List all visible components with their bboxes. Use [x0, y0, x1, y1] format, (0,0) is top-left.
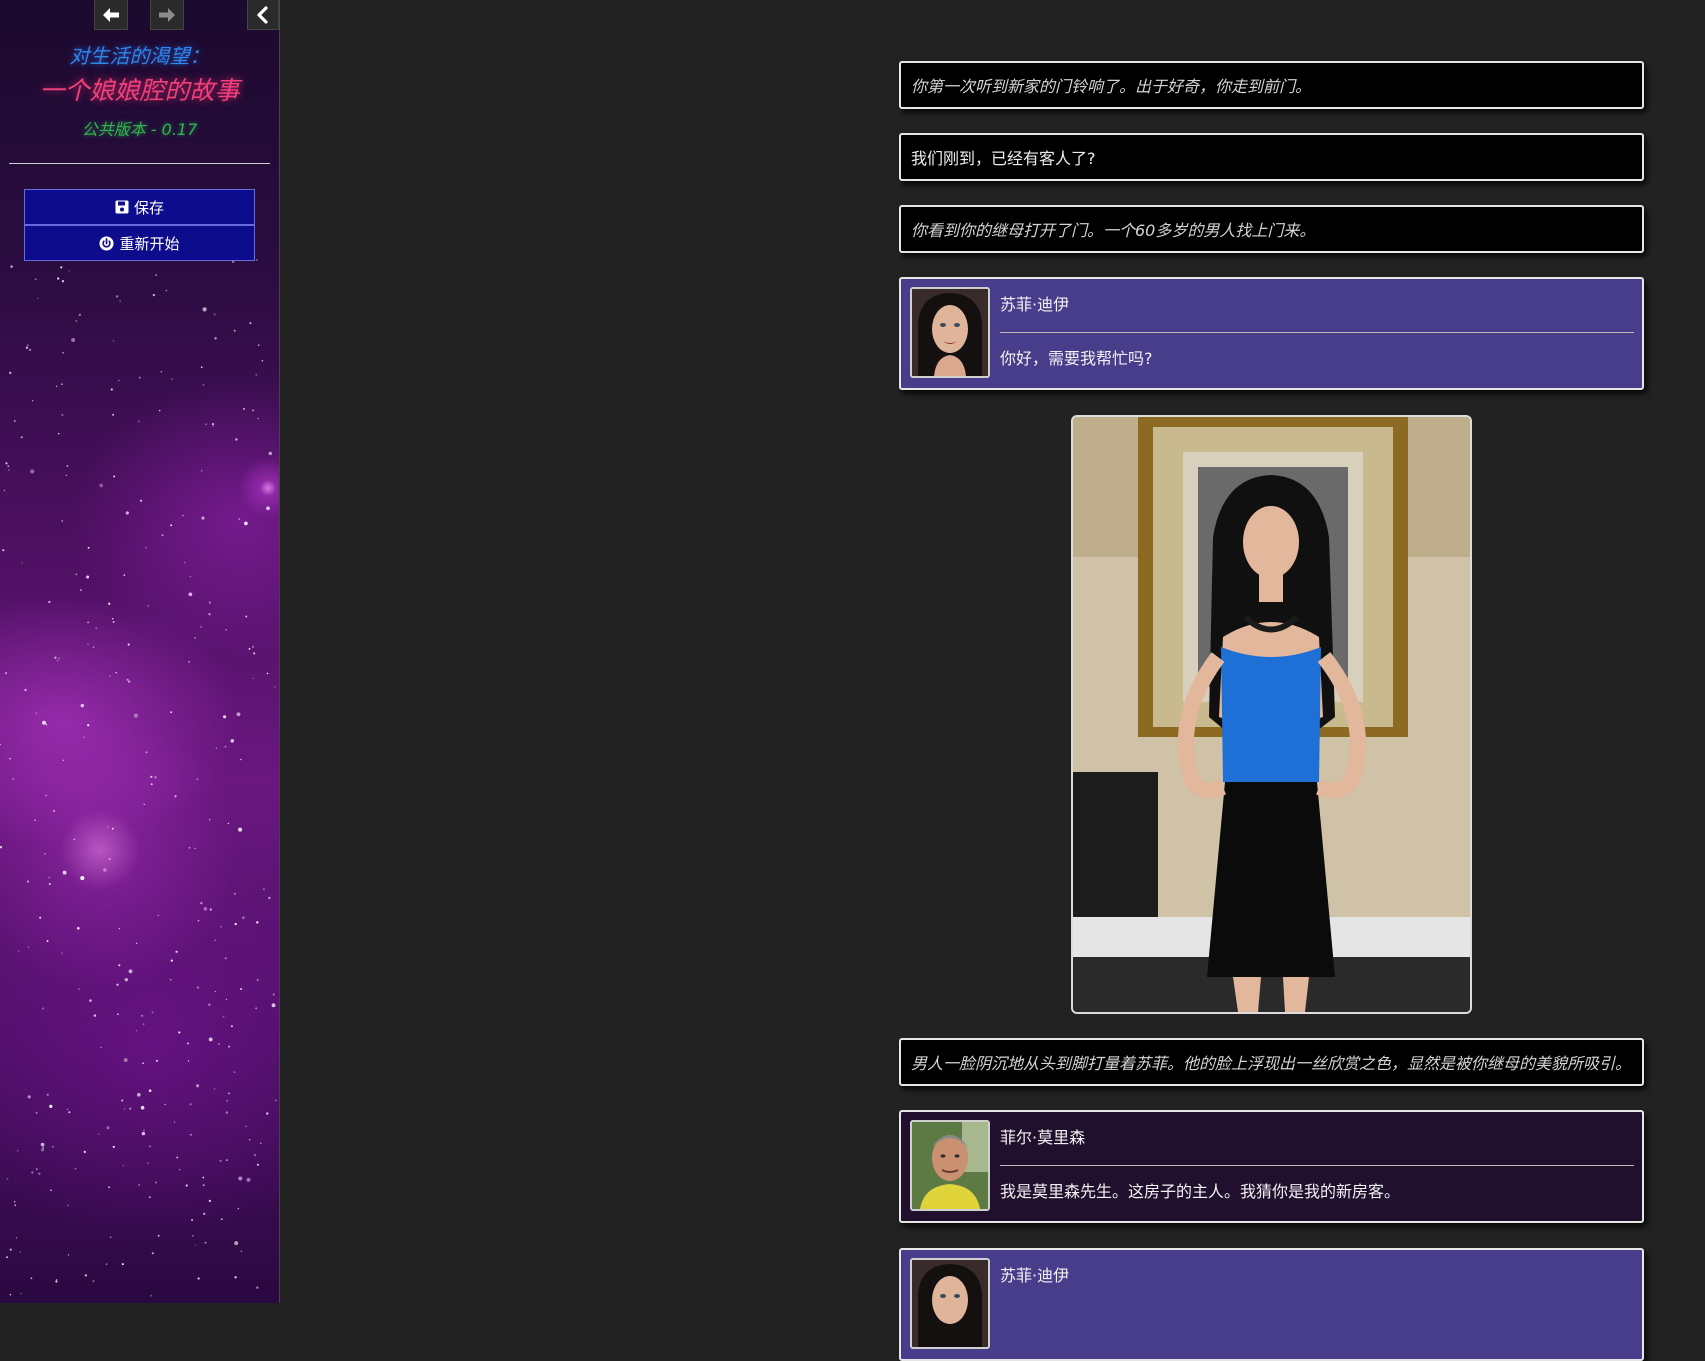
history-forward-button[interactable] — [150, 0, 184, 30]
sophie-portrait — [910, 287, 990, 378]
narration-box: 你看到你的继母打开了门。一个60多岁的男人找上门来。 — [899, 205, 1644, 253]
chevron-left-icon — [256, 5, 270, 24]
speech-divider — [1000, 332, 1634, 333]
sidebar-divider — [9, 163, 270, 164]
restart-button[interactable]: 重新开始 — [24, 225, 255, 261]
sophie-portrait — [910, 1258, 990, 1349]
narration-box: 你第一次听到新家的门铃响了。出于好奇，你走到前门。 — [899, 61, 1644, 109]
sidebar-collapse-button[interactable] — [247, 0, 279, 30]
sidebar: 对生活的渴望： 一个娘娘腔的故事 公共版本 - 0.17 保存 重新开始 — [0, 0, 280, 1303]
story-title: 对生活的渴望： 一个娘娘腔的故事 — [0, 40, 279, 107]
narration-text: 男人一脸阴沉地从头到脚打量着苏菲。他的脸上浮现出一丝欣赏之色，显然是被你继母的美… — [911, 1054, 1632, 1073]
restart-button-label: 重新开始 — [119, 234, 180, 253]
speech-text: 你好，需要我帮忙吗? — [1000, 349, 1153, 368]
arrow-left-icon — [102, 7, 120, 23]
speech-divider — [1000, 1165, 1634, 1166]
arrow-right-icon — [158, 7, 176, 23]
history-back-button[interactable] — [94, 0, 128, 30]
phil-portrait — [910, 1120, 990, 1211]
story-title-line2: 一个娘娘腔的故事 — [39, 76, 240, 105]
speech-bubble-phil: 菲尔·莫里森 我是莫里森先生。这房子的主人。我猜你是我的新房客。 — [899, 1110, 1644, 1223]
speech-bubble-sophie: 苏菲·迪伊 — [899, 1248, 1644, 1361]
speaker-name: 苏菲·迪伊 — [1000, 295, 1070, 314]
speaker-name: 苏菲·迪伊 — [1000, 1266, 1070, 1285]
speech-text: 我是莫里森先生。这房子的主人。我猜你是我的新房客。 — [1000, 1182, 1401, 1201]
save-button[interactable]: 保存 — [24, 189, 255, 225]
scene-photo — [1071, 415, 1472, 1014]
story-title-line1: 对生活的渴望： — [69, 44, 210, 68]
narration-text: 你看到你的继母打开了门。一个60多岁的男人找上门来。 — [911, 221, 1316, 240]
narration-box: 男人一脸阴沉地从头到脚打量着苏菲。他的脸上浮现出一丝欣赏之色，显然是被你继母的美… — [899, 1038, 1644, 1086]
dialogue-box: 我们刚到，已经有客人了? — [899, 133, 1644, 181]
story-version: 公共版本 - 0.17 — [81, 120, 198, 139]
save-icon — [115, 200, 129, 214]
speech-bubble-sophie: 苏菲·迪伊 你好，需要我帮忙吗? — [899, 277, 1644, 390]
power-icon — [99, 235, 115, 251]
dialogue-text: 我们刚到，已经有客人了? — [911, 149, 1096, 168]
narration-text: 你第一次听到新家的门铃响了。出于好奇，你走到前门。 — [911, 77, 1312, 96]
speaker-name: 菲尔·莫里森 — [1000, 1128, 1086, 1147]
save-button-label: 保存 — [133, 198, 164, 217]
